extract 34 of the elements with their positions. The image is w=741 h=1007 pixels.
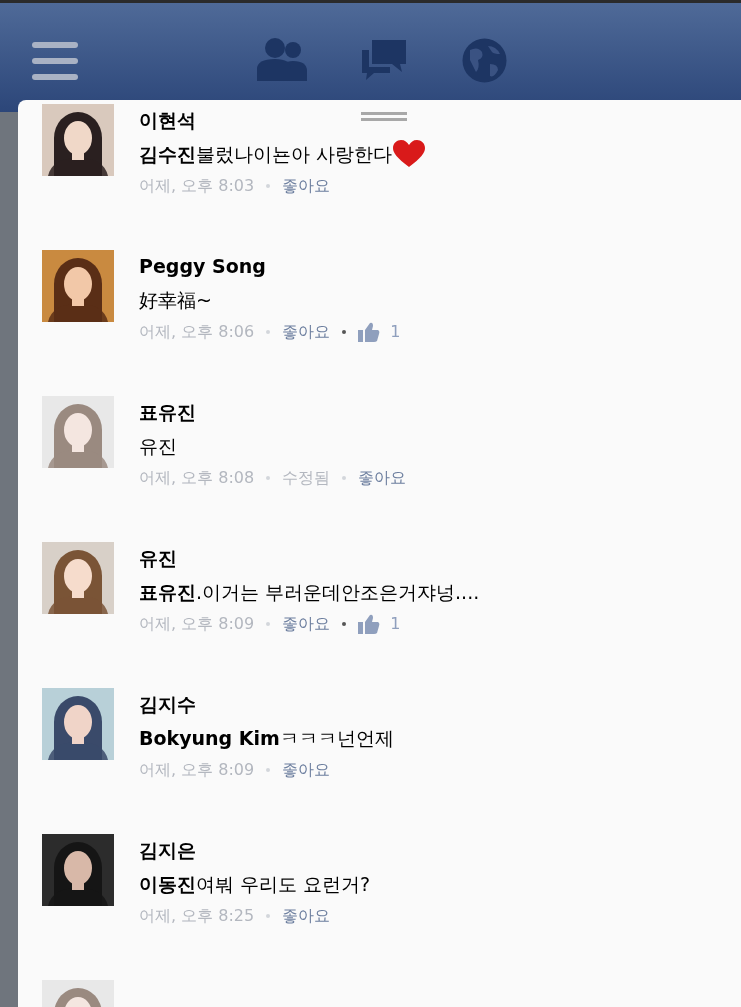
author-name[interactable]: Peggy Song (139, 254, 401, 278)
menu-button[interactable] (32, 41, 78, 81)
edited-label: 수정됨 (282, 467, 331, 489)
like-count: 1 (390, 613, 401, 635)
like-link[interactable]: 좋아요 (282, 612, 331, 636)
comment-text: 유진 (139, 433, 177, 459)
timestamp: 어제, 오후 8:03 (139, 175, 255, 197)
author-name[interactable]: 표유진 (139, 400, 407, 424)
author-name[interactable]: 유진 (139, 546, 480, 570)
comment-text: 김수진불렀나이뇬아 사랑한다 (139, 141, 393, 167)
globe-icon[interactable] (462, 38, 507, 83)
author-name[interactable]: 김지수 (139, 692, 394, 716)
like-link[interactable]: 좋아요 (282, 758, 331, 782)
like-link[interactable]: 좋아요 (282, 174, 331, 198)
timestamp: 어제, 오후 8:25 (139, 905, 255, 927)
timestamp: 어제, 오후 8:09 (139, 613, 255, 635)
comment-text: Bokyung Kimㅋㅋㅋ넌언제 (139, 725, 394, 751)
thumbs-up-icon (358, 614, 381, 634)
timestamp: 어제, 오후 8:09 (139, 759, 255, 781)
friends-icon[interactable] (257, 37, 309, 81)
like-count: 1 (390, 321, 401, 343)
timestamp: 어제, 오후 8:06 (139, 321, 255, 343)
thumbs-up-icon (358, 322, 381, 342)
like-link[interactable]: 좋아요 (282, 320, 331, 344)
drag-handle-icon (361, 112, 407, 122)
author-name[interactable]: 이현석 (139, 108, 426, 132)
author-name[interactable]: 김지은 (139, 838, 371, 862)
timestamp: 어제, 오후 8:08 (139, 467, 255, 489)
comment-text: 표유진.이거는 부러운데안조은거쟈넝.... (139, 579, 480, 605)
chat-bubbles-icon[interactable] (360, 38, 408, 82)
comment-text: 이동진여붜 우리도 요런거? (139, 871, 371, 897)
like-link[interactable]: 좋아요 (282, 904, 331, 928)
like-link[interactable]: 좋아요 (358, 466, 407, 490)
comment-text: 好幸福~ (139, 287, 212, 313)
